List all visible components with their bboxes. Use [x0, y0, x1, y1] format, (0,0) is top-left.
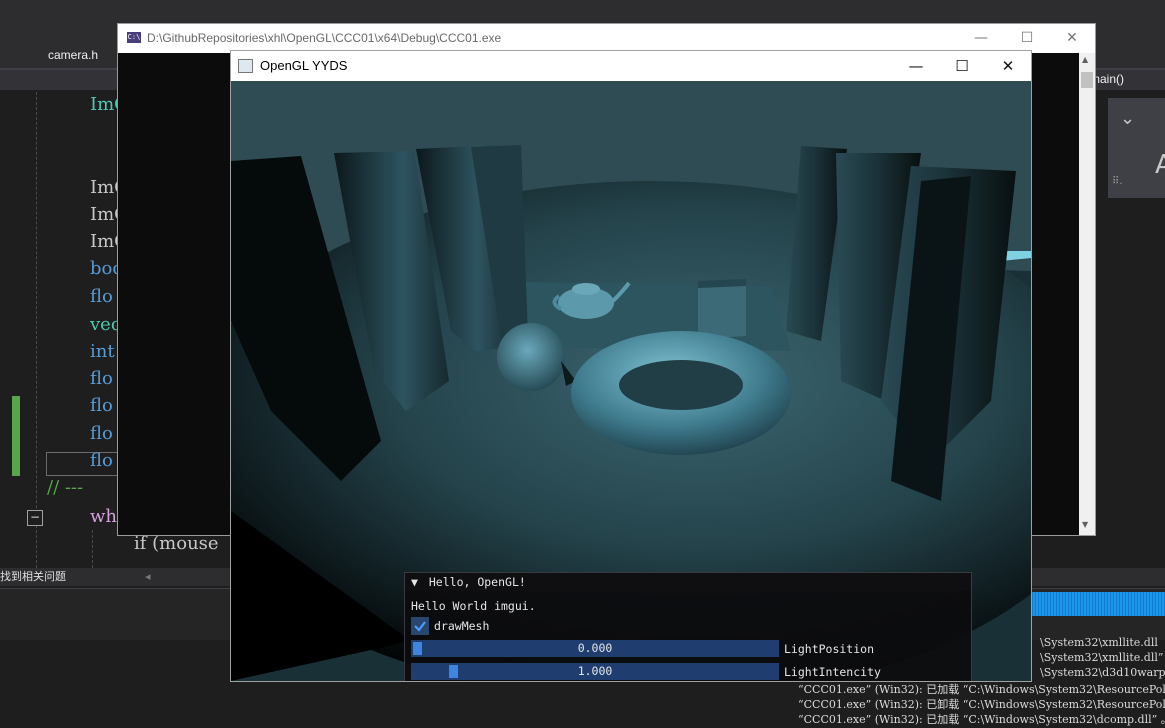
imgui-titlebar[interactable]: ▼ Hello, OpenGL! [405, 573, 971, 591]
window-app-icon [238, 59, 253, 73]
indent-guide [36, 92, 37, 568]
code-comment: // --- [47, 477, 84, 498]
font-a-icon: A [1155, 150, 1165, 180]
code-line: flo [90, 423, 113, 444]
console-title: D:\GithubRepositories\xhl\OpenGL\CCC01\x… [147, 31, 502, 45]
checkmark-icon [414, 621, 426, 632]
drawmesh-checkbox[interactable] [411, 617, 429, 635]
code-line: flo [90, 450, 113, 471]
current-line-highlight [46, 452, 128, 476]
hello-text: Hello World imgui. [411, 599, 536, 613]
slider-label: LightIntencity [784, 665, 881, 679]
code-line: flo [90, 286, 113, 307]
code-line: if (mouse [134, 533, 219, 554]
chevron-down-icon[interactable]: ⌄ [1120, 108, 1135, 129]
maximize-button[interactable]: ☐ [939, 51, 985, 81]
opengl-titlebar[interactable]: OpenGL YYDS — ☐ ✕ [231, 51, 1031, 81]
collapse-toggle-icon[interactable]: − [27, 510, 43, 526]
cube [698, 284, 746, 339]
collapse-arrow-icon[interactable]: ▼ [411, 575, 418, 589]
tab-camera-h[interactable]: camera.h [30, 42, 116, 68]
slider-value: 1.000 [577, 664, 613, 678]
imgui-title: Hello, OpenGL! [428, 575, 526, 589]
output-line: “CCC01.exe” (Win32): 已加载 “C:\Windows\Sys… [798, 713, 1165, 726]
output-line: \System32\xmllite.dll” [1040, 651, 1164, 664]
lightintencity-slider[interactable]: 1.000 [411, 663, 779, 680]
console-titlebar[interactable]: C:\ D:\GithubRepositories\xhl\OpenGL\CCC… [118, 24, 1095, 53]
lightposition-slider[interactable]: 0.000 [411, 640, 779, 657]
console-app-icon: C:\ [127, 32, 141, 43]
indent-guide [92, 530, 93, 568]
change-margin-marker [12, 396, 20, 476]
console-maximize-button[interactable]: ☐ [1004, 24, 1050, 53]
scroll-down-icon[interactable]: ▼ [1082, 520, 1088, 529]
teapot-lid [572, 283, 600, 295]
progress-bar [1030, 592, 1165, 616]
output-line: \System32\xmllite.dll [1040, 636, 1158, 649]
slider-value: 0.000 [577, 641, 613, 655]
scroll-up-icon[interactable]: ▲ [1082, 55, 1088, 64]
imgui-window: ▼ Hello, OpenGL! Hello World imgui. draw… [404, 572, 972, 681]
sphere [497, 323, 565, 391]
code-line: flo [90, 368, 113, 389]
close-button[interactable]: ✕ [985, 51, 1031, 81]
console-minimize-button[interactable]: — [958, 24, 1004, 53]
console-close-button[interactable]: ✕ [1049, 24, 1095, 53]
output-line: “CCC01.exe” (Win32): 已卸载 “C:\Windows\Sys… [798, 698, 1165, 711]
output-line: “CCC01.exe” (Win32): 已加载 “C:\Windows\Sys… [798, 683, 1165, 696]
code-line: int [90, 341, 115, 362]
status-text: 找到相关问题 [0, 570, 66, 583]
opengl-window-title: OpenGL YYDS [260, 58, 348, 73]
checkbox-label: drawMesh [434, 619, 490, 633]
torus-hole [619, 360, 743, 410]
scroll-left-icon[interactable]: ◂ [145, 568, 151, 586]
opengl-window: OpenGL YYDS — ☐ ✕ ▼ Hello, OpenGL! Hello… [230, 50, 1032, 682]
output-line: \System32\d3d10warp.dl [1040, 666, 1165, 679]
console-scrollbar-thumb[interactable] [1081, 72, 1093, 88]
code-line: flo [90, 395, 113, 416]
slider-label: LightPosition [784, 642, 875, 656]
minimize-button[interactable]: — [893, 51, 939, 81]
grip-icon: ⠿. [1112, 176, 1123, 187]
console-scrollbar[interactable] [1079, 53, 1095, 535]
